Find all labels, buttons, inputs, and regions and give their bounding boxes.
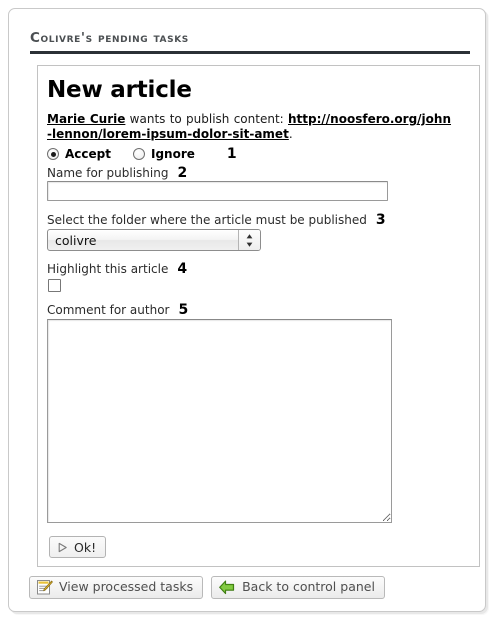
chevron-updown-icon[interactable] — [238, 230, 260, 250]
step-number-1: 1 — [226, 146, 237, 162]
decision-radio-group: Accept Ignore 1 — [47, 146, 237, 162]
task-title: New article — [47, 77, 192, 103]
comment-field-label: Comment for author — [47, 303, 170, 317]
comment-field-labelline: Comment for author 5 — [47, 302, 188, 318]
highlight-article-checkbox[interactable] — [48, 279, 61, 292]
step-number-4: 4 — [177, 261, 188, 277]
author-link[interactable]: Marie Curie — [47, 112, 125, 126]
bottom-action-bar: View processed tasks Back to control pan… — [29, 576, 385, 599]
back-to-control-panel-button[interactable]: Back to control panel — [211, 576, 385, 599]
view-processed-tasks-label: View processed tasks — [59, 579, 194, 595]
section-header: Colivre's pending tasks — [30, 30, 470, 54]
name-for-publishing-input[interactable] — [47, 181, 388, 201]
radio-label-ignore: Ignore — [150, 147, 195, 161]
view-processed-tasks-button[interactable]: View processed tasks — [29, 576, 204, 599]
ok-button-label: Ok! — [74, 539, 97, 555]
task-card: New article Marie Curie wants to publish… — [37, 65, 480, 567]
page-panel: Colivre's pending tasks New article Mari… — [8, 8, 486, 612]
step-number-2: 2 — [177, 165, 188, 181]
radio-option-ignore[interactable]: Ignore — [132, 147, 195, 161]
step-number-3: 3 — [375, 212, 386, 228]
folder-select-value: colivre — [55, 232, 97, 248]
name-field-labelline: Name for publishing 2 — [47, 165, 187, 181]
radio-option-accept[interactable]: Accept — [47, 147, 111, 161]
radio-label-accept: Accept — [65, 147, 111, 161]
highlight-field-labelline: Highlight this article 4 — [47, 261, 187, 277]
back-to-control-panel-label: Back to control panel — [242, 579, 375, 595]
edit-note-icon — [36, 579, 53, 596]
description-middle-text: wants to publish content: — [125, 112, 288, 126]
green-left-arrow-icon — [218, 579, 236, 596]
description-trailing-text: . — [288, 127, 293, 141]
page-title: Colivre's pending tasks — [30, 30, 189, 46]
folder-field-label: Select the folder where the article must… — [47, 213, 367, 227]
ok-button[interactable]: Ok! — [49, 536, 107, 558]
radio-icon-ignore[interactable] — [132, 148, 145, 160]
task-description: Marie Curie wants to publish content: ht… — [47, 112, 451, 142]
step-number-5: 5 — [178, 302, 189, 318]
folder-field-labelline: Select the folder where the article must… — [47, 212, 386, 228]
play-triangle-icon — [57, 542, 68, 553]
comment-for-author-textarea[interactable] — [47, 319, 392, 523]
name-field-label: Name for publishing — [47, 166, 169, 180]
radio-icon-accept[interactable] — [47, 148, 59, 160]
folder-select[interactable]: colivre — [47, 229, 261, 251]
highlight-field-label: Highlight this article — [47, 262, 169, 276]
